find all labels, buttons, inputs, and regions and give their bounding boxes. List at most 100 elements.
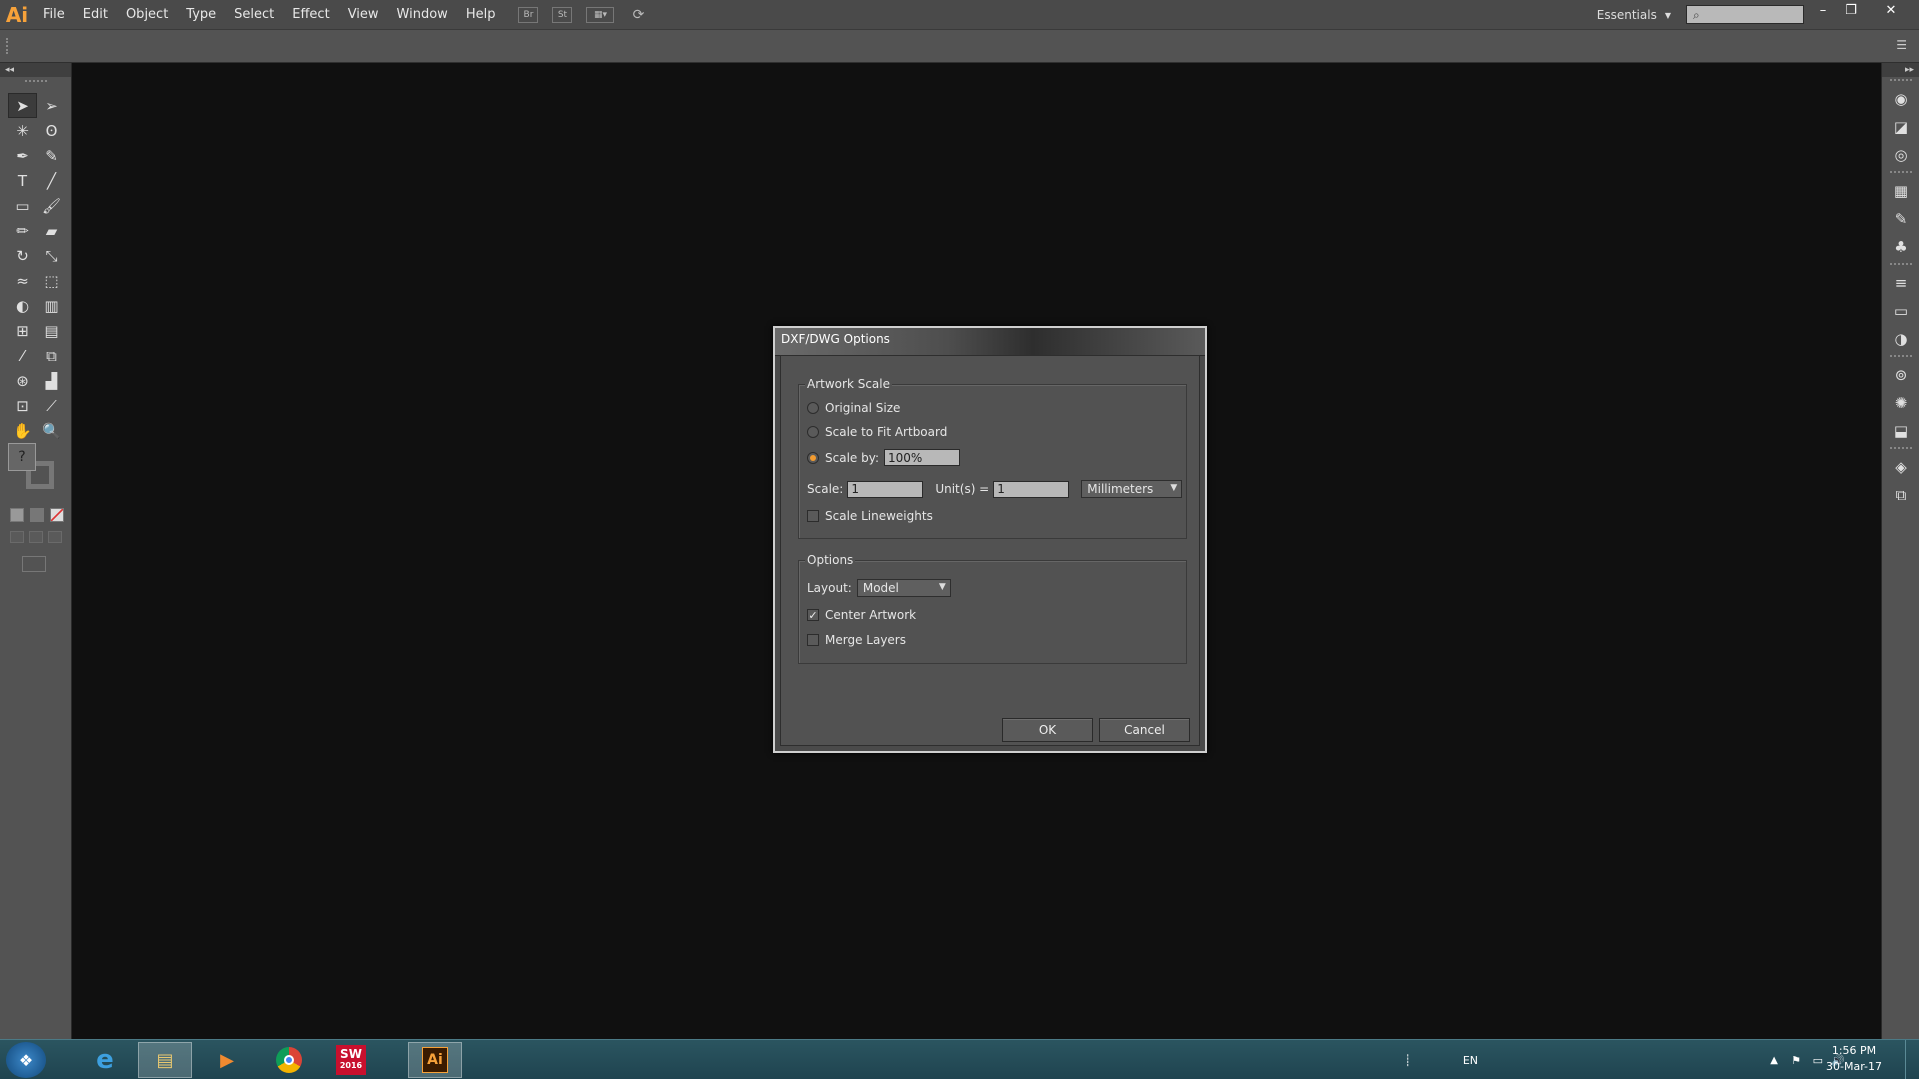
shape-builder-tool-icon[interactable]: ◐ [8, 293, 37, 318]
screen-mode-icon[interactable] [22, 556, 46, 572]
draw-behind-icon[interactable] [29, 531, 43, 543]
fill-stroke-swatches[interactable]: ? [8, 443, 60, 495]
show-desktop-button[interactable] [1905, 1040, 1919, 1079]
warp-tool-icon[interactable]: ≈ [8, 268, 37, 293]
gpu-performance-icon[interactable]: ⟳ [628, 7, 648, 23]
search-input[interactable]: ⌕ [1686, 5, 1804, 24]
workspace-switcher[interactable]: Essentials ▼ [1597, 0, 1671, 30]
tools-grip[interactable] [24, 80, 47, 84]
units-input[interactable]: 1 [993, 480, 1070, 498]
dock-grip[interactable] [1889, 355, 1912, 359]
menu-file[interactable]: File [34, 0, 74, 30]
type-tool-icon[interactable]: T [8, 168, 37, 193]
close-button[interactable]: ✕ [1877, 0, 1905, 20]
media-player-icon[interactable]: ▶ [200, 1042, 254, 1078]
direct-selection-tool-icon[interactable]: ➢ [37, 93, 66, 118]
color-guide-icon[interactable]: ◪ [1882, 113, 1919, 141]
layout-select[interactable]: Model ▼ [856, 579, 951, 597]
artboard-tool-icon[interactable]: ⊡ [8, 393, 37, 418]
bridge-button[interactable]: Br [518, 6, 539, 23]
scale-by-input[interactable]: 100% [884, 449, 960, 466]
draw-normal-icon[interactable] [10, 531, 24, 543]
radio-button-selected[interactable] [807, 451, 819, 464]
selection-tool-icon[interactable]: ➤ [8, 93, 37, 118]
rotate-tool-icon[interactable]: ↻ [8, 243, 37, 268]
language-indicator[interactable]: EN [1463, 1040, 1478, 1079]
ok-button[interactable]: OK [1002, 718, 1093, 742]
color-panel-icon[interactable]: ◉ [1882, 85, 1919, 113]
eraser-tool-icon[interactable]: ▰ [37, 218, 66, 243]
menu-window[interactable]: Window [388, 0, 457, 30]
tools-collapse-button[interactable]: ◂◂ [0, 63, 71, 77]
graphic-styles-icon[interactable]: ✺ [1882, 389, 1919, 417]
perspective-grid-tool-icon[interactable]: ▥ [37, 293, 66, 318]
dock-grip[interactable] [1889, 171, 1912, 175]
menu-type[interactable]: Type [177, 0, 225, 30]
curvature-tool-icon[interactable]: ✎ [37, 143, 66, 168]
grip-handle[interactable] [6, 38, 8, 54]
chrome-icon[interactable] [262, 1042, 316, 1078]
gradient-tool-icon[interactable]: ▤ [37, 318, 66, 343]
solidworks-icon[interactable]: SW 2016 [324, 1042, 378, 1078]
action-center-icon[interactable]: ⚑ [1791, 1040, 1801, 1079]
center-artwork-checkbox[interactable]: ✓ Center Artwork [807, 608, 916, 622]
scale-tool-icon[interactable]: ⤡ [37, 243, 66, 268]
show-hidden-icons-icon[interactable]: ▲ [1770, 1040, 1778, 1079]
eyedropper-tool-icon[interactable]: ⁄ [8, 343, 37, 368]
rectangle-tool-icon[interactable]: ▭ [8, 193, 37, 218]
blend-tool-icon[interactable]: ⧉ [37, 343, 66, 368]
mesh-tool-icon[interactable]: ⊞ [8, 318, 37, 343]
transparency-panel-icon[interactable]: ◑ [1882, 325, 1919, 353]
kuler-icon[interactable]: ◎ [1882, 141, 1919, 169]
draw-inside-icon[interactable] [48, 531, 62, 543]
pen-tool-icon[interactable]: ✒ [8, 143, 37, 168]
none-mode-icon[interactable] [50, 508, 64, 522]
file-explorer-icon[interactable]: ▤ [138, 1042, 192, 1078]
magic-wand-tool-icon[interactable]: ✳ [8, 118, 37, 143]
radio-original-size[interactable]: Original Size [807, 401, 900, 415]
menu-view[interactable]: View [339, 0, 388, 30]
fill-swatch[interactable]: ? [8, 443, 36, 471]
cancel-button[interactable]: Cancel [1099, 718, 1190, 742]
radio-button[interactable] [807, 402, 819, 414]
pencil-tool-icon[interactable]: ✏ [8, 218, 37, 243]
gradient-panel-icon[interactable]: ▭ [1882, 297, 1919, 325]
symbols-panel-icon[interactable]: ♣ [1882, 233, 1919, 261]
checkbox-checked[interactable]: ✓ [807, 609, 819, 621]
color-mode-icon[interactable] [10, 508, 24, 522]
menu-object[interactable]: Object [117, 0, 177, 30]
paintbrush-tool-icon[interactable]: 🖌 [37, 193, 66, 218]
asset-export-icon[interactable]: ⬓ [1882, 417, 1919, 445]
stock-button[interactable]: St [552, 6, 573, 23]
arrange-documents-icon[interactable]: ▦▾ [586, 6, 615, 23]
zoom-tool-icon[interactable]: 🔍 [37, 418, 66, 443]
menu-select[interactable]: Select [225, 0, 283, 30]
brushes-panel-icon[interactable]: ✎ [1882, 205, 1919, 233]
dock-grip[interactable] [1889, 263, 1912, 267]
layers-panel-icon[interactable]: ◈ [1882, 453, 1919, 481]
scale-lineweights-checkbox[interactable]: Scale Lineweights [807, 509, 933, 523]
internet-explorer-icon[interactable]: e [78, 1042, 132, 1078]
hand-tool-icon[interactable]: ✋ [8, 418, 37, 443]
stroke-panel-icon[interactable]: ≡ [1882, 269, 1919, 297]
slice-tool-icon[interactable]: ⟋ [37, 393, 66, 418]
merge-layers-checkbox[interactable]: Merge Layers [807, 633, 906, 647]
illustrator-taskbar-icon[interactable]: Ai [408, 1042, 462, 1078]
panel-menu-icon[interactable]: ☰ [1896, 38, 1907, 52]
dock-grip[interactable] [1889, 447, 1912, 451]
swatches-panel-icon[interactable]: ▦ [1882, 177, 1919, 205]
unit-select[interactable]: Millimeters ▼ [1081, 480, 1183, 498]
menu-effect[interactable]: Effect [283, 0, 338, 30]
appearance-panel-icon[interactable]: ⊚ [1882, 361, 1919, 389]
line-tool-icon[interactable]: ╱ [37, 168, 66, 193]
restore-button[interactable]: ❐ [1837, 0, 1865, 20]
artboards-panel-icon[interactable]: ⧉ [1882, 481, 1919, 509]
minimize-button[interactable]: – [1809, 0, 1837, 20]
dock-collapse-button[interactable]: ▸▸ [1882, 63, 1919, 77]
scale-input[interactable]: 1 [847, 480, 924, 498]
radio-scale-by[interactable]: Scale by: 100% [807, 449, 960, 466]
system-clock[interactable]: 1:56 PM 30-Mar-17 [1819, 1043, 1889, 1075]
start-button[interactable]: ❖ [6, 1042, 46, 1078]
checkbox[interactable] [807, 634, 819, 646]
checkbox[interactable] [807, 510, 819, 522]
